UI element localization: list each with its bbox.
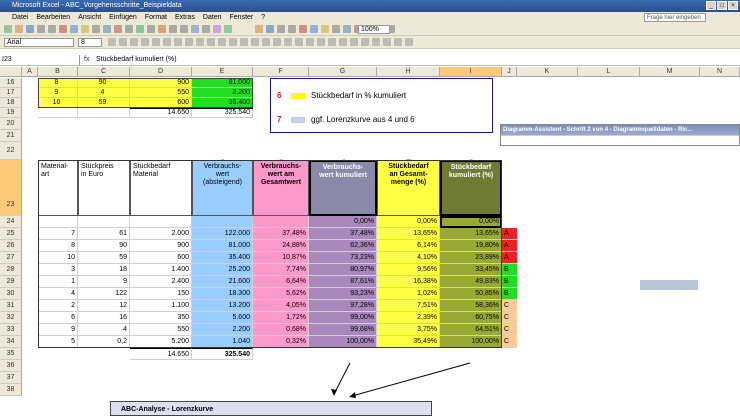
arrow-left (333, 362, 351, 395)
arrow-right-head (349, 392, 356, 398)
arrow-right (351, 362, 471, 397)
annotation-arrows (331, 362, 471, 398)
arrow-left-head (331, 389, 337, 396)
